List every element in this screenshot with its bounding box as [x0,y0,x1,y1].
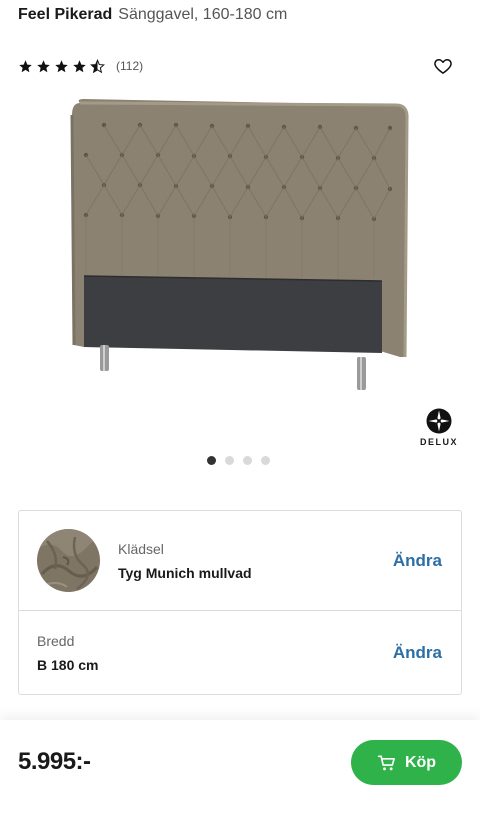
cart-icon [377,755,395,770]
product-options: Klädsel Tyg Munich mullvad Ändra Bredd B… [18,510,462,695]
carousel-dot[interactable] [261,456,270,465]
compass-star-icon [426,408,452,434]
buy-button[interactable]: Köp [351,740,462,785]
star-icon [19,59,32,72]
option-value: B 180 cm [37,657,99,673]
carousel-dot[interactable] [243,456,252,465]
price: 5.995:- [18,748,91,775]
delux-logo: DELUX [414,408,464,450]
image-carousel-dots[interactable] [207,456,270,465]
carousel-dot[interactable] [207,456,216,465]
star-icon [55,59,68,72]
change-width-link[interactable]: Ändra [393,643,442,663]
rating-count: (112) [116,59,144,73]
rating[interactable]: (112) [18,57,143,75]
star-half-icon [90,58,105,73]
purchase-bar: 5.995:- Köp [0,720,480,818]
option-label: Klädsel [118,541,164,557]
product-title: Feel Pikerad Sänggavel, 160-180 cm [18,6,287,24]
option-width[interactable]: Bredd B 180 cm Ändra [19,611,461,695]
rating-stars [18,58,105,74]
option-value: Tyg Munich mullvad [118,565,252,581]
carousel-dot[interactable] [225,456,234,465]
product-image-headboard[interactable] [60,95,420,400]
option-label: Bredd [37,633,75,649]
star-icon [37,59,50,72]
change-upholstery-link[interactable]: Ändra [393,551,442,571]
heart-icon[interactable] [433,56,453,76]
fabric-swatch [37,529,100,592]
logo-text: DELUX [419,437,458,447]
option-upholstery[interactable]: Klädsel Tyg Munich mullvad Ändra [19,511,461,611]
product-brand: Feel Pikerad [18,6,113,23]
buy-button-label: Köp [404,753,437,771]
product-subtitle: Sänggavel, 160-180 cm [118,6,288,23]
star-icon [73,59,86,72]
